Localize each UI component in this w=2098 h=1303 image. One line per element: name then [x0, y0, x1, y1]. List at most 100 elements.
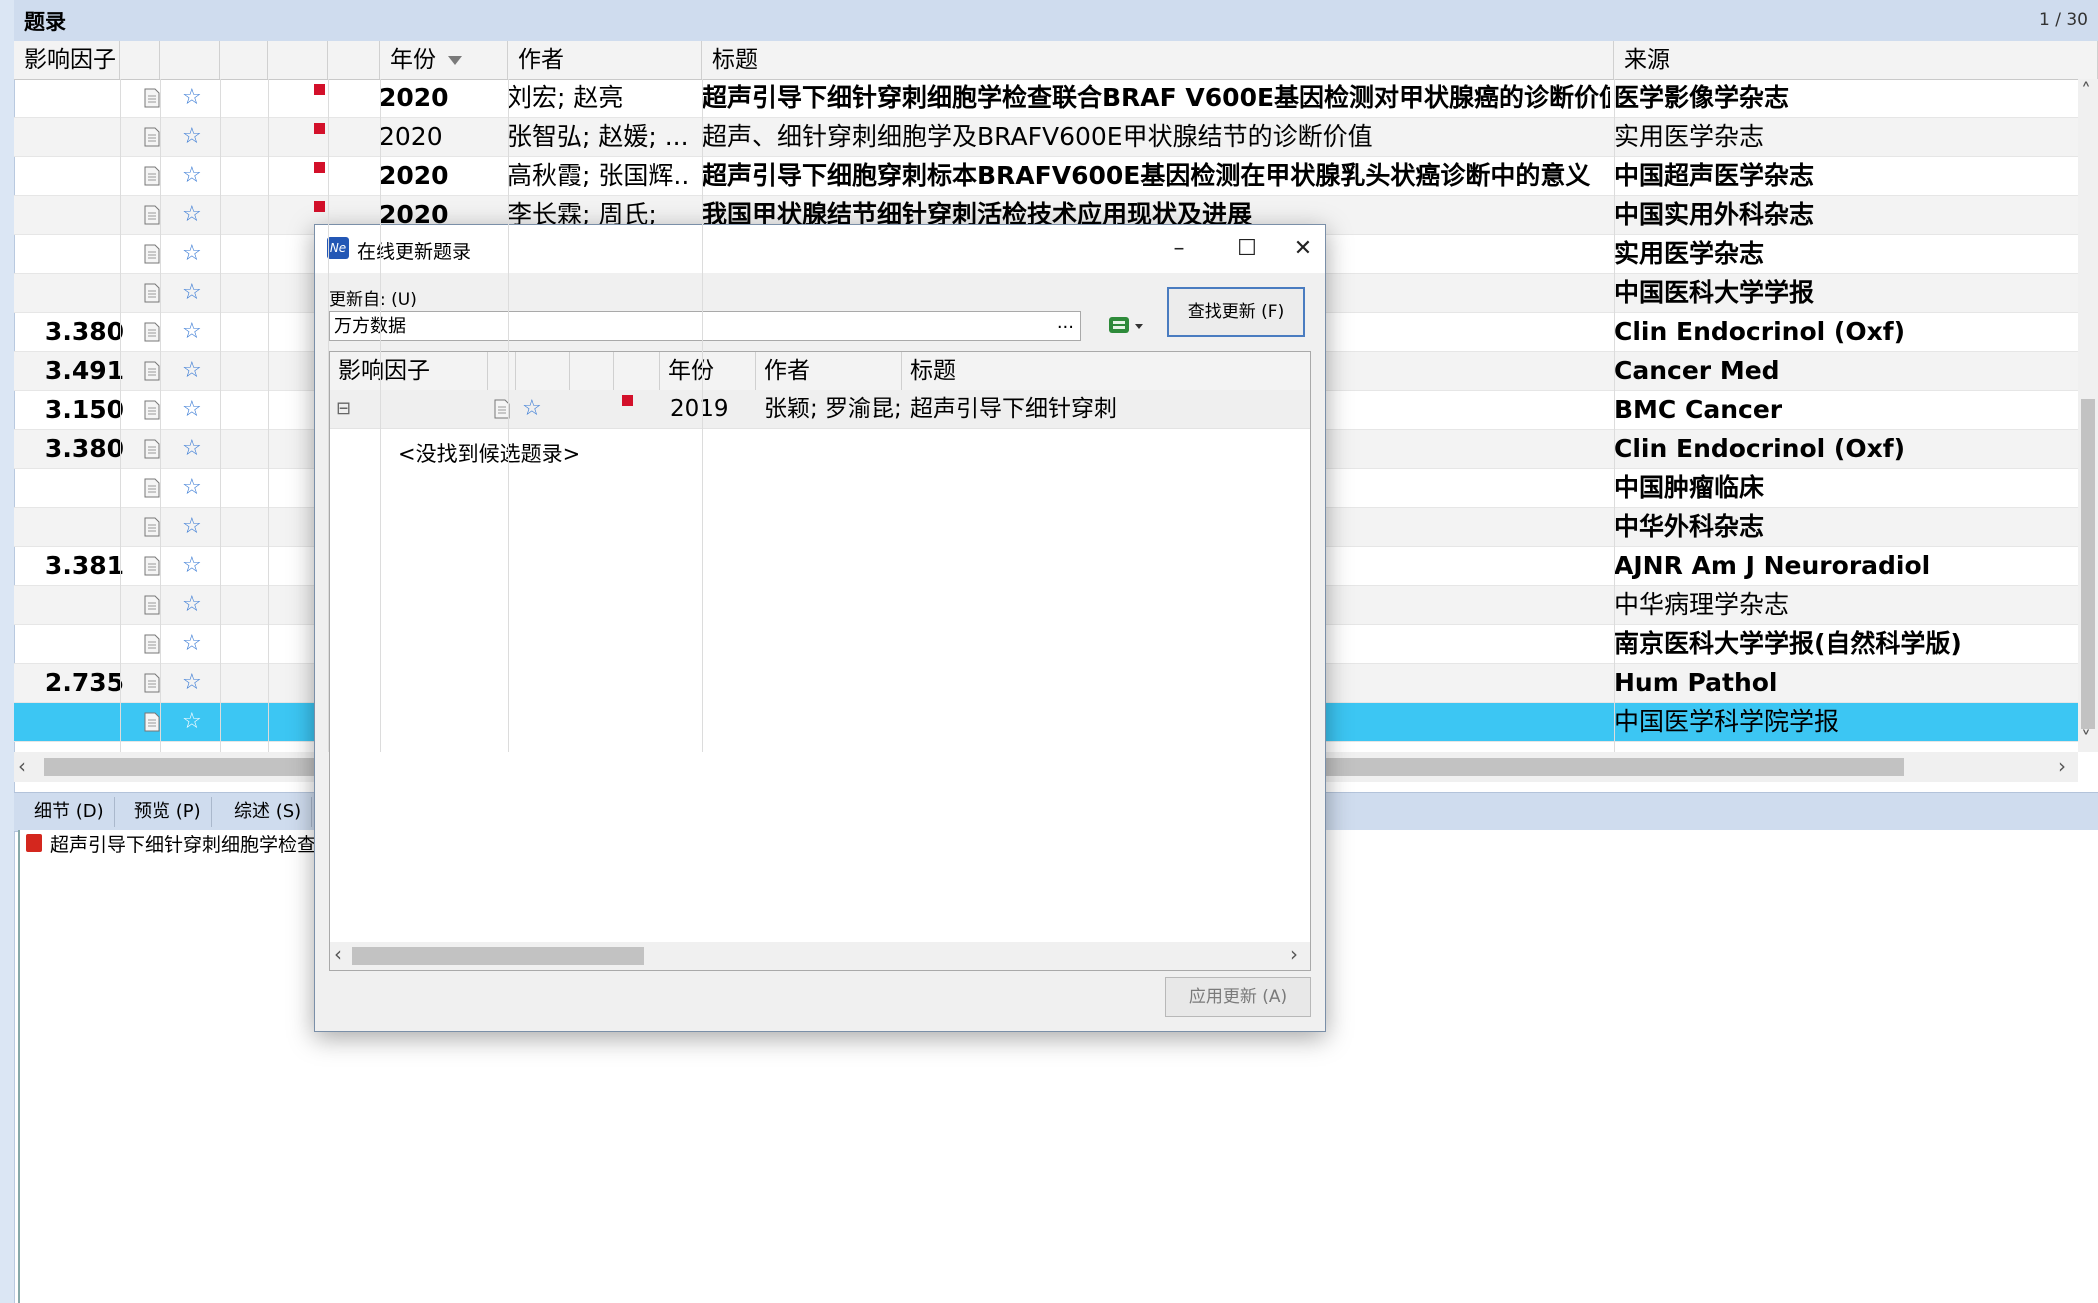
source-cell: 医学影像学杂志 — [1614, 83, 1790, 112]
tab-review[interactable]: 综述 (S) — [224, 797, 313, 827]
update-source-input[interactable]: 万方数据 ... — [329, 311, 1081, 341]
star-icon[interactable]: ☆ — [182, 196, 212, 234]
unread-mark-icon — [622, 390, 633, 428]
no-candidate-message: <没找到候选题录> — [398, 442, 581, 466]
impact-factor-cell — [14, 79, 124, 117]
column-impact-label: 影响因子 — [24, 47, 116, 73]
star-icon[interactable]: ☆ — [182, 469, 212, 507]
impact-factor-cell: 3.380 — [44, 434, 124, 463]
star-icon[interactable]: ☆ — [182, 703, 212, 741]
column-title[interactable]: 标题 — [702, 41, 1614, 79]
star-icon[interactable]: ☆ — [182, 586, 212, 624]
maximize-icon[interactable]: ☐ — [1225, 233, 1269, 265]
column-divider — [380, 79, 381, 752]
impact-factor-cell: 3.150 — [44, 395, 124, 424]
source-cell: AJNR Am J Neuroradiol — [1614, 551, 1931, 580]
candidate-grid[interactable]: 影响因子 年份 作者 标题 ⊟ ☆ 2019 张颖; 罗渝昆; ... 超声引导… — [329, 351, 1311, 971]
column-divider — [220, 79, 221, 752]
scroll-left-icon[interactable]: ‹ — [18, 754, 26, 778]
minimize-icon[interactable]: – — [1157, 233, 1201, 265]
column-author[interactable]: 作者 — [508, 41, 702, 79]
column-year[interactable]: 年份 — [380, 41, 508, 79]
source-cell: 南京医科大学学报(自然科学版) — [1614, 629, 1962, 658]
grid-column-star[interactable] — [516, 352, 570, 390]
document-icon — [144, 508, 174, 546]
scroll-right-icon[interactable]: › — [2058, 754, 2066, 778]
vertical-scroll-thumb[interactable] — [2081, 399, 2095, 729]
star-icon[interactable]: ☆ — [182, 430, 212, 468]
source-cell: 中国超声医学杂志 — [1614, 161, 1815, 190]
star-icon[interactable]: ☆ — [182, 79, 212, 117]
source-cell: 实用医学杂志 — [1614, 239, 1765, 268]
author-cell: 刘宏; 赵亮 — [507, 83, 624, 112]
grid-column-impact[interactable]: 影响因子 — [330, 352, 488, 390]
star-icon[interactable]: ☆ — [182, 508, 212, 546]
collapse-icon[interactable]: ⊟ — [336, 390, 351, 428]
pdf-icon — [26, 834, 42, 852]
star-icon[interactable]: ☆ — [182, 391, 212, 429]
title-cell: 超声、细针穿刺细胞学及BRAFV600E甲状腺结节的诊断价值 — [702, 122, 1373, 151]
star-icon[interactable]: ☆ — [182, 352, 212, 390]
grid-scroll-thumb[interactable] — [352, 947, 644, 965]
grid-column-mark[interactable] — [614, 352, 660, 390]
column-read[interactable] — [268, 41, 328, 79]
column-impact-factor[interactable]: 影响因子 — [14, 41, 120, 79]
database-dropdown-icon[interactable] — [1105, 313, 1145, 339]
star-icon[interactable]: ☆ — [182, 625, 212, 663]
column-flag[interactable] — [220, 41, 268, 79]
candidate-year: 2019 — [670, 396, 729, 422]
source-cell: 中国医学科学院学报 — [1614, 707, 1840, 736]
column-mark[interactable] — [328, 41, 380, 79]
impact-factor-cell: 3.380 — [44, 317, 124, 346]
impact-factor-cell — [14, 196, 124, 234]
star-icon[interactable]: ☆ — [182, 664, 212, 702]
star-icon[interactable]: ☆ — [182, 157, 212, 195]
impact-factor-cell — [14, 625, 124, 663]
column-year-label: 年份 — [390, 47, 436, 73]
star-icon[interactable]: ☆ — [182, 547, 212, 585]
column-author-label: 作者 — [518, 47, 564, 73]
grid-column-title[interactable]: 标题 — [902, 352, 1310, 390]
table-row[interactable]: ☆ 2020 刘宏; 赵亮 超声引导下细针穿刺细胞学检查联合BRAF V600E基因检… — [14, 79, 2078, 118]
grid-scroll-left-icon[interactable]: ‹ — [334, 942, 342, 966]
grid-column-author[interactable]: 作者 — [756, 352, 902, 390]
close-icon[interactable]: ✕ — [1281, 233, 1325, 265]
find-updates-button[interactable]: 查找更新 (F) — [1167, 287, 1305, 337]
main-window: 题录 1 / 30 影响因子 年份 作者 标题 来源 ☆ 2020 刘宏; 赵亮 超声… — [0, 0, 2098, 1303]
column-star[interactable] — [160, 41, 220, 79]
scroll-down-icon[interactable]: ˅ — [2081, 727, 2091, 751]
dialog-titlebar: Ne 在线更新题录 – ☐ ✕ — [315, 225, 1325, 273]
star-icon[interactable]: ☆ — [182, 118, 212, 156]
app-logo-icon: Ne — [327, 237, 349, 259]
document-icon — [144, 625, 174, 663]
document-icon — [144, 274, 174, 312]
table-row[interactable]: ☆ 2020 高秋霞; 张国辉.. 超声引导下细胞穿刺标本BRAFV600E基因检测在… — [14, 157, 2078, 196]
column-source[interactable]: 来源 — [1614, 41, 2098, 79]
column-divider — [328, 79, 329, 752]
column-attachment[interactable] — [120, 41, 160, 79]
author-cell: 高秋霞; 张国辉.. — [507, 161, 690, 190]
vertical-scrollbar[interactable]: ˄ ˅ — [2078, 79, 2098, 752]
scroll-up-icon[interactable]: ˄ — [2081, 79, 2091, 103]
star-icon[interactable]: ☆ — [522, 390, 542, 428]
star-icon[interactable]: ☆ — [182, 235, 212, 273]
star-icon[interactable]: ☆ — [182, 313, 212, 351]
unread-mark-icon — [314, 157, 344, 195]
grid-column-attachment[interactable] — [488, 352, 516, 390]
source-cell: Cancer Med — [1614, 356, 1780, 385]
grid-column-year[interactable]: 年份 — [660, 352, 756, 390]
document-icon — [144, 79, 174, 117]
grid-scroll-right-icon[interactable]: › — [1290, 942, 1298, 966]
tab-preview[interactable]: 预览 (P) — [124, 797, 212, 827]
star-icon[interactable]: ☆ — [182, 274, 212, 312]
browse-button[interactable]: ... — [1057, 308, 1074, 338]
candidate-record-row[interactable]: ⊟ ☆ 2019 张颖; 罗渝昆; ... 超声引导下细针穿刺 — [330, 390, 1310, 429]
document-icon — [144, 352, 174, 390]
tab-detail[interactable]: 细节 (D) — [24, 797, 115, 827]
source-cell: Hum Pathol — [1614, 668, 1778, 697]
left-dock-strip — [0, 0, 15, 1303]
table-row[interactable]: ☆ 2020 张智弘; 赵媛; ... 超声、细针穿刺细胞学及BRAFV600E甲状腺… — [14, 118, 2078, 157]
grid-column-flag[interactable] — [570, 352, 614, 390]
grid-horizontal-scrollbar[interactable]: ‹ › — [330, 942, 1310, 970]
apply-updates-button[interactable]: 应用更新 (A) — [1165, 977, 1311, 1017]
